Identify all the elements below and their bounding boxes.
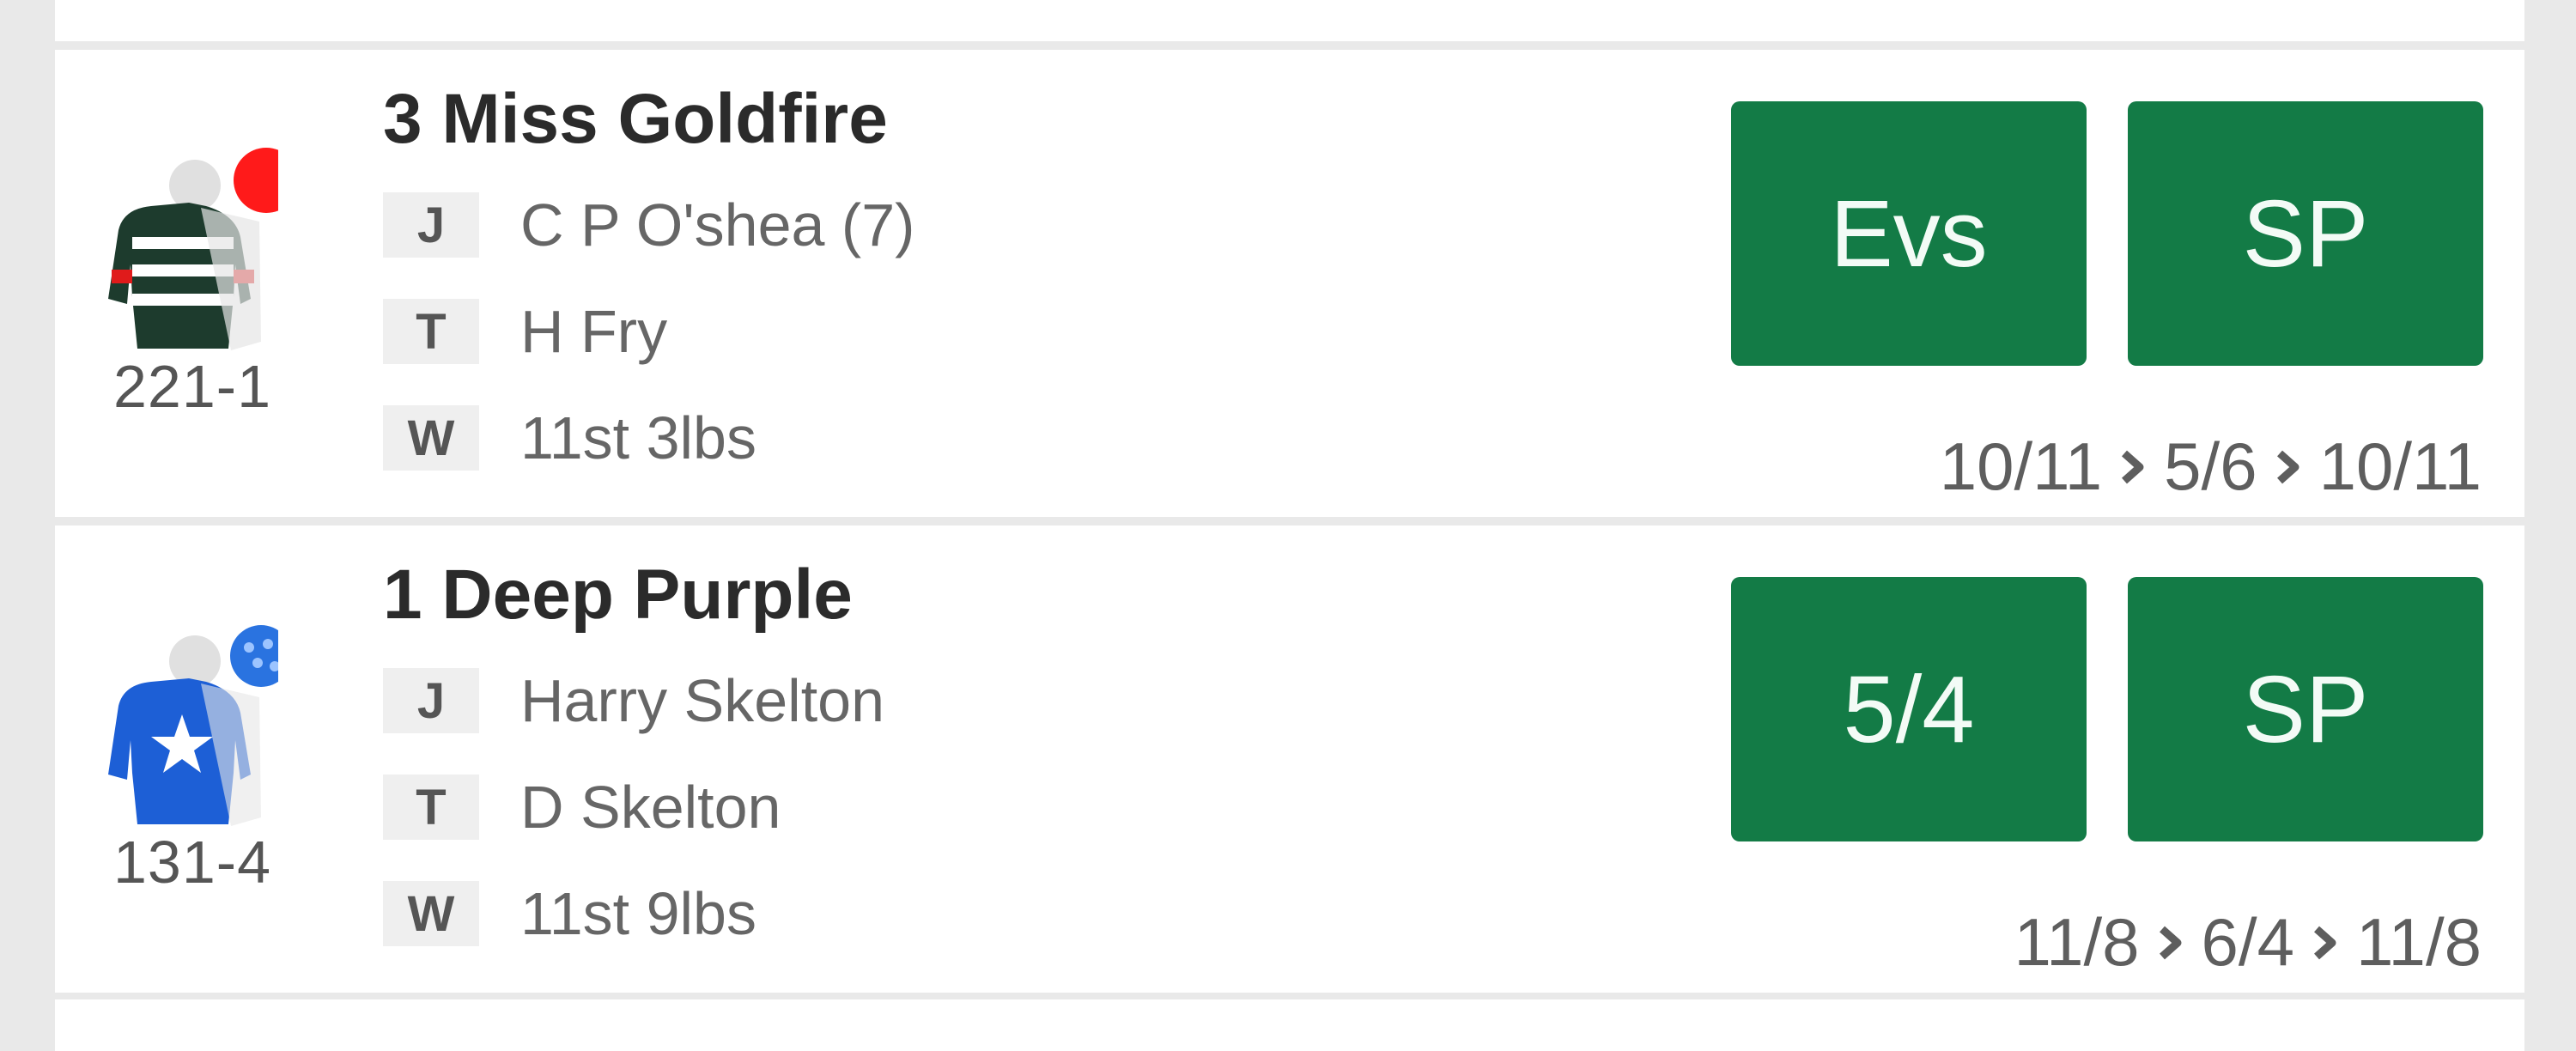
trainer-tag: T bbox=[383, 775, 479, 840]
trainer-name: H Fry bbox=[520, 298, 668, 365]
runner-name: 3 Miss Goldfire bbox=[383, 80, 888, 158]
weight-tag: W bbox=[383, 881, 479, 946]
runner-card[interactable]: 221-1 3 Miss Goldfire J C P O'shea (7) T… bbox=[55, 50, 2524, 517]
next-runner-card bbox=[55, 999, 2524, 1051]
jockey-tag: J bbox=[383, 192, 479, 258]
sp-button[interactable]: SP bbox=[2128, 577, 2483, 841]
trainer-name: D Skelton bbox=[520, 774, 781, 841]
price-history-item: 11/8 bbox=[2014, 904, 2140, 980]
chevron-right-icon bbox=[2159, 926, 2182, 959]
runner-name: 1 Deep Purple bbox=[383, 556, 853, 634]
price-history-item: 11/8 bbox=[2355, 904, 2482, 980]
form-figures: 221-1 bbox=[112, 353, 272, 420]
jockey-tag: J bbox=[383, 668, 479, 733]
price-history-item: 10/11 bbox=[2318, 428, 2482, 504]
price-button[interactable]: Evs bbox=[1731, 101, 2087, 366]
weight-row: W 11st 9lbs bbox=[383, 880, 756, 947]
trainer-tag: T bbox=[383, 299, 479, 364]
sp-button[interactable]: SP bbox=[2128, 101, 2483, 366]
jockey-name: C P O'shea (7) bbox=[520, 191, 915, 258]
weight-value: 11st 9lbs bbox=[520, 880, 756, 947]
price-history: 11/8 6/4 11/8 bbox=[2014, 903, 2482, 981]
chevron-right-icon bbox=[2276, 450, 2300, 483]
price-history: 10/11 5/6 10/11 bbox=[1940, 428, 2482, 506]
price-history-item: 5/6 bbox=[2164, 428, 2257, 504]
previous-runner-card bbox=[55, 0, 2524, 41]
jockey-row: J Harry Skelton bbox=[383, 667, 885, 734]
price-history-item: 10/11 bbox=[1939, 428, 2103, 504]
price-button[interactable]: 5/4 bbox=[1731, 577, 2087, 841]
race-card-list: 221-1 3 Miss Goldfire J C P O'shea (7) T… bbox=[55, 0, 2524, 1051]
trainer-row: T H Fry bbox=[383, 298, 668, 365]
jockey-silks-icon bbox=[108, 625, 278, 826]
jockey-silks-icon bbox=[108, 148, 278, 350]
weight-row: W 11st 3lbs bbox=[383, 404, 756, 471]
form-figures: 131-4 bbox=[112, 829, 272, 896]
chevron-right-icon bbox=[2122, 450, 2144, 483]
weight-value: 11st 3lbs bbox=[520, 404, 756, 471]
trainer-row: T D Skelton bbox=[383, 774, 781, 841]
jockey-row: J C P O'shea (7) bbox=[383, 191, 915, 258]
weight-tag: W bbox=[383, 405, 479, 471]
runner-card[interactable]: 131-4 1 Deep Purple J Harry Skelton T D … bbox=[55, 526, 2524, 993]
chevron-right-icon bbox=[2313, 926, 2336, 959]
jockey-name: Harry Skelton bbox=[520, 667, 885, 734]
price-history-item: 6/4 bbox=[2201, 904, 2294, 980]
